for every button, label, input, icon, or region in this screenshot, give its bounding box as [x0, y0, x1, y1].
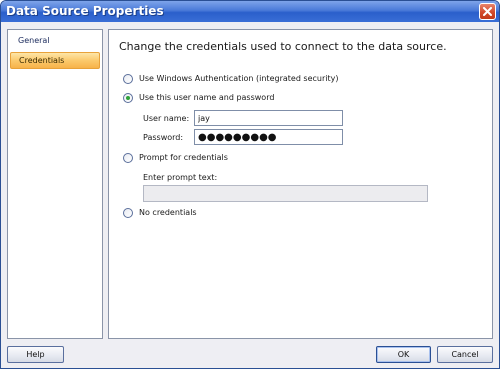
close-icon — [483, 7, 492, 16]
password-label: Password: — [143, 133, 184, 142]
ok-button[interactable]: OK — [376, 346, 431, 363]
title-bar[interactable]: Data Source Properties — [1, 1, 499, 22]
username-input[interactable] — [194, 110, 343, 126]
nav-panel: General Credentials — [7, 29, 103, 339]
data-source-properties-dialog: Data Source Properties General Credentia… — [0, 0, 500, 369]
password-input[interactable] — [194, 129, 343, 145]
nav-item-credentials[interactable]: Credentials — [10, 52, 100, 69]
prompt-radio[interactable] — [123, 153, 133, 163]
close-button[interactable] — [479, 3, 496, 20]
help-button[interactable]: Help — [7, 346, 64, 363]
no-credentials-radio[interactable] — [123, 208, 133, 218]
window-title: Data Source Properties — [6, 4, 164, 18]
prompt-label[interactable]: Prompt for credentials — [139, 153, 228, 163]
windows-auth-label[interactable]: Use Windows Authentication (integrated s… — [139, 74, 339, 84]
user-password-radio[interactable] — [123, 93, 133, 103]
user-password-label[interactable]: Use this user name and password — [139, 93, 274, 103]
username-label: User name: — [143, 114, 190, 123]
windows-auth-radio[interactable] — [123, 74, 133, 84]
nav-item-general[interactable]: General — [10, 33, 100, 50]
page-heading: Change the credentials used to connect t… — [119, 40, 447, 53]
credentials-panel: Change the credentials used to connect t… — [108, 29, 493, 339]
prompt-text-label: Enter prompt text: — [143, 173, 218, 182]
no-credentials-label[interactable]: No credentials — [139, 208, 197, 218]
cancel-button[interactable]: Cancel — [437, 346, 493, 363]
prompt-text-input[interactable] — [143, 185, 428, 202]
